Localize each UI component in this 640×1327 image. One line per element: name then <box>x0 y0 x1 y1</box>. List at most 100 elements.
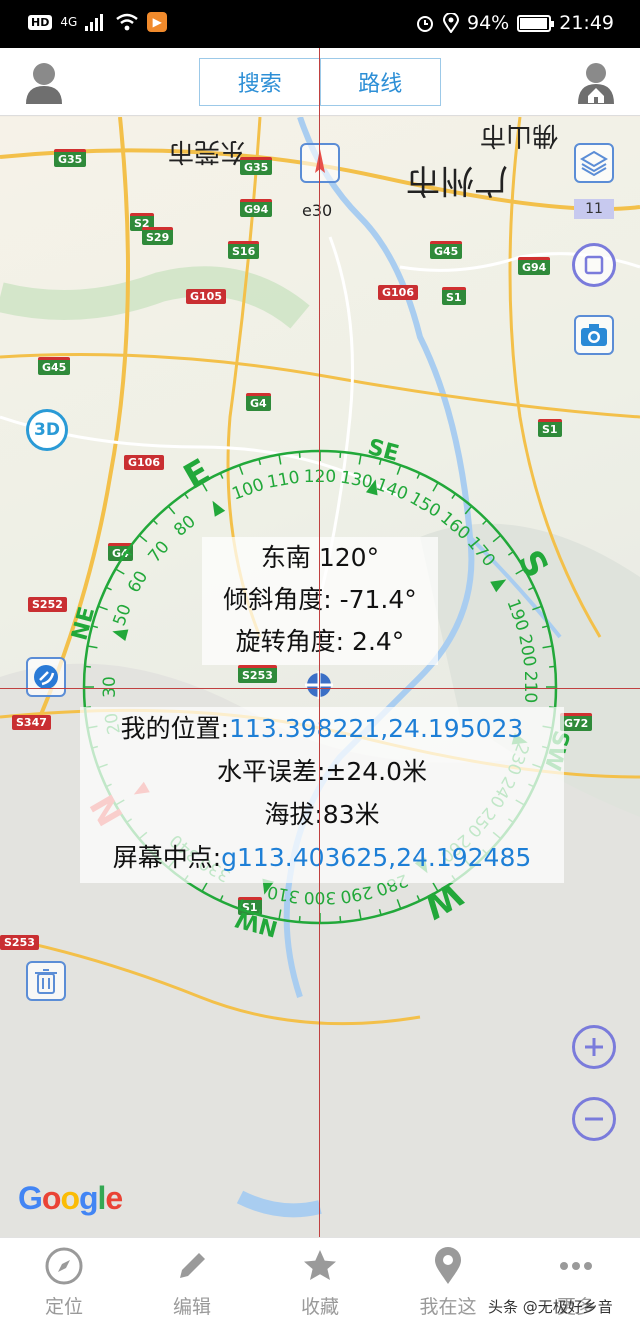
top-toolbar: 搜索 路线 <box>0 48 640 116</box>
compass-tick <box>396 464 402 475</box>
clear-button[interactable] <box>26 961 66 1001</box>
road-shield: S347 <box>12 715 51 730</box>
compass-marker-triangle <box>490 579 507 593</box>
wifi-icon <box>116 13 139 31</box>
compass-tick <box>184 493 189 500</box>
compass-degree-label: 30 <box>100 676 120 698</box>
compass-tick <box>278 454 282 465</box>
altitude-text: 海拔:83米 <box>264 800 380 829</box>
road-shield: S16 <box>228 241 260 259</box>
orientation-panel: 东南 120° 倾斜角度: -71.4° 旋转角度: 2.4° <box>202 537 438 665</box>
compass-tick <box>396 899 402 910</box>
center-value[interactable]: g113.403625,24.192485 <box>221 843 531 872</box>
layers-button[interactable] <box>574 143 614 183</box>
location-row: 我的位置:113.398221,24.195023 <box>80 707 564 750</box>
compass-degree-label: 160 <box>436 508 474 544</box>
direction-text: 东南 120° <box>260 543 380 572</box>
status-bar: HD 4G ▶ 94% 21:49 <box>0 0 640 48</box>
clock: 21:49 <box>559 12 614 34</box>
alarm-icon <box>417 16 433 32</box>
crosshair-vertical <box>319 48 320 1237</box>
compass-cardinal-s: S <box>509 544 556 585</box>
compass-degree-label: 150 <box>406 488 444 522</box>
compass-tick <box>542 645 553 649</box>
google-logo-letter: g <box>78 1180 99 1216</box>
compass-degree-label: 50 <box>110 602 136 629</box>
trash-icon <box>35 969 57 994</box>
satellite-signal-button[interactable] <box>26 657 66 697</box>
compass-marker[interactable] <box>300 143 340 183</box>
map-view[interactable]: 东莞市 广州市 佛山市 G35 G35 G94 S2 S29 S16 G45 G… <box>0 117 640 1237</box>
compass-tick <box>432 482 439 492</box>
network-type: 4G <box>60 15 78 29</box>
google-logo-letter: o <box>60 1180 80 1216</box>
camera-button[interactable] <box>574 315 614 355</box>
compass-tick <box>528 586 535 591</box>
road-shield: G45 <box>430 241 463 259</box>
compass-tick <box>339 916 342 923</box>
square-icon <box>584 255 604 275</box>
compass-cardinal-nw: NW <box>233 906 281 941</box>
google-logo-letter: o <box>41 1180 62 1216</box>
nav-edit[interactable]: 编辑 <box>128 1238 256 1327</box>
more-icon <box>560 1262 592 1270</box>
road-shield: S29 <box>142 227 174 245</box>
3d-toggle-button[interactable]: 3D <box>26 409 68 451</box>
road-shield: S253 <box>0 935 39 950</box>
compass-tick <box>532 605 543 611</box>
star-icon <box>304 1250 336 1280</box>
location-label: 我的位置: <box>120 714 230 743</box>
north-arrow-icon <box>315 149 325 173</box>
road-shield: G45 <box>38 357 71 375</box>
road-shield: G35 <box>54 149 87 167</box>
compass-tick <box>219 472 224 479</box>
compass-degree-label: 100 <box>230 475 267 505</box>
accuracy-text: 水平误差:±24.0米 <box>216 757 428 786</box>
compass-tick <box>115 568 125 575</box>
compass-tick <box>482 519 488 525</box>
road-shield: S1 <box>442 287 466 305</box>
compass-tick <box>358 454 362 465</box>
center-row: 屏幕中点:g113.403625,24.192485 <box>80 836 564 879</box>
compass-tick <box>298 451 301 458</box>
minus-icon <box>585 1117 603 1121</box>
compass-icon <box>45 1247 83 1285</box>
search-button[interactable]: 搜索 <box>200 59 321 105</box>
google-logo: Google <box>18 1180 123 1217</box>
road-shield: G94 <box>240 199 273 217</box>
zoom-in-button[interactable] <box>572 1025 616 1069</box>
compass-tick <box>451 493 456 500</box>
route-button[interactable]: 路线 <box>321 59 441 105</box>
nav-locate[interactable]: 定位 <box>0 1238 128 1327</box>
record-button[interactable] <box>572 243 616 287</box>
rotation-text: 旋转角度: 2.4° <box>235 627 405 656</box>
nav-label: 我在这 <box>419 1296 477 1318</box>
marker-label: e30 <box>302 201 333 220</box>
city-label: 广州市 <box>406 160 508 200</box>
compass-degree-label: 300 <box>304 887 336 907</box>
location-panel: 我的位置:113.398221,24.195023 水平误差:±24.0米 海拔… <box>80 707 564 883</box>
nav-label: 定位 <box>44 1296 83 1318</box>
compass-tick <box>97 605 108 611</box>
user-avatar-icon[interactable] <box>24 60 64 104</box>
plus-icon <box>585 1038 603 1056</box>
zoom-out-button[interactable] <box>572 1097 616 1141</box>
compass-tick <box>464 505 473 515</box>
tilt-text: 倾斜角度: -71.4° <box>223 585 417 614</box>
compass-degree-label: 210 <box>520 671 540 703</box>
city-label: 佛山市 <box>480 120 559 150</box>
center-label: 屏幕中点: <box>112 843 222 872</box>
location-value[interactable]: 113.398221,24.195023 <box>229 714 523 743</box>
battery-percent: 94% <box>467 12 510 34</box>
google-logo-letter: e <box>105 1180 123 1216</box>
battery-icon <box>517 14 555 32</box>
road-shield: G4 <box>246 393 271 411</box>
road-shield: G105 <box>186 289 226 304</box>
compass-degree-label: 200 <box>514 633 539 668</box>
nav-favorites[interactable]: 收藏 <box>256 1238 384 1327</box>
compass-tick <box>507 551 514 556</box>
search-route-segment: 搜索 路线 <box>199 58 441 106</box>
compass-tick <box>105 586 112 591</box>
user-home-icon[interactable] <box>576 60 616 104</box>
compass-degree-label: 290 <box>339 881 374 906</box>
